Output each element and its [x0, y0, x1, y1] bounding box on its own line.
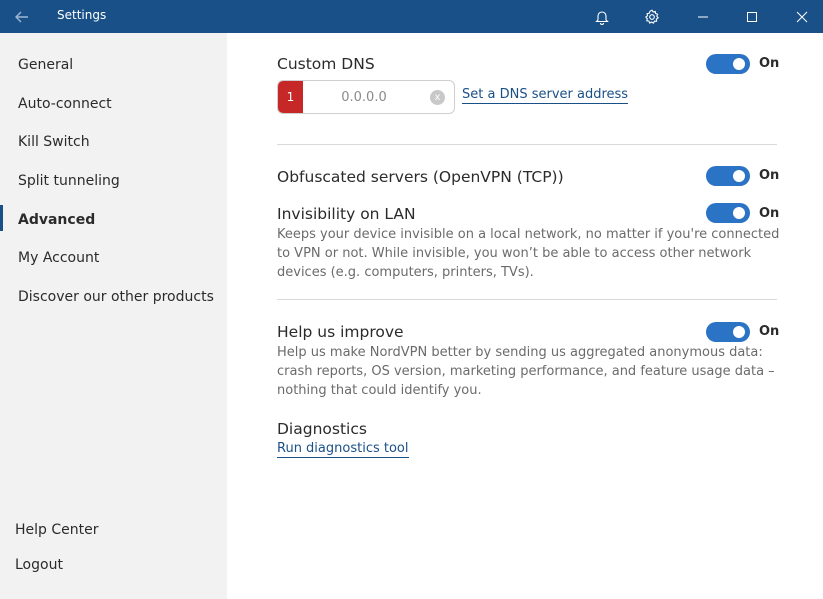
toggle-knob	[733, 207, 745, 219]
help-center-link[interactable]: Help Center	[15, 522, 99, 538]
sidebar: General Auto-connect Kill Switch Split t…	[0, 33, 227, 599]
toggle-knob	[733, 170, 745, 182]
custom-dns-title: Custom DNS	[277, 55, 375, 73]
divider	[277, 299, 777, 300]
sidebar-item-general[interactable]: General	[18, 57, 73, 73]
divider	[277, 144, 777, 145]
toggle-knob	[733, 58, 745, 70]
dns-address-input[interactable]	[314, 88, 414, 106]
custom-dns-toggle[interactable]	[706, 54, 750, 74]
custom-dns-toggle-label: On	[759, 56, 780, 71]
set-dns-link[interactable]: Set a DNS server address	[462, 87, 629, 104]
invisibility-lan-description: Keeps your device invisible on a local n…	[277, 227, 780, 280]
back-arrow-icon[interactable]	[2, 0, 42, 33]
obfuscated-servers-title: Obfuscated servers (OpenVPN (TCP))	[277, 168, 564, 186]
sidebar-item-my-account[interactable]: My Account	[18, 250, 99, 266]
help-improve-title: Help us improve	[277, 323, 404, 341]
diagnostics-title: Diagnostics	[277, 420, 367, 438]
title-bar: Settings	[0, 0, 823, 33]
maximize-icon[interactable]	[732, 0, 772, 33]
sidebar-item-split-tunneling[interactable]: Split tunneling	[18, 173, 120, 189]
sidebar-item-kill-switch[interactable]: Kill Switch	[18, 134, 90, 150]
invisibility-toggle-label: On	[759, 206, 780, 221]
active-indicator	[0, 205, 3, 231]
close-icon[interactable]	[782, 0, 822, 33]
invisibility-lan-title: Invisibility on LAN	[277, 205, 416, 223]
run-diagnostics-link[interactable]: Run diagnostics tool	[277, 441, 409, 458]
logout-link[interactable]: Logout	[15, 557, 63, 573]
invisibility-lan-toggle[interactable]	[706, 203, 750, 223]
sidebar-item-auto-connect[interactable]: Auto-connect	[18, 96, 112, 112]
obfuscated-servers-toggle[interactable]	[706, 166, 750, 186]
clear-icon[interactable]: x	[430, 90, 445, 105]
help-improve-description: Help us make NordVPN better by sending u…	[277, 345, 775, 398]
help-improve-toggle[interactable]	[706, 322, 750, 342]
settings-panel: Custom DNS On 1 x Set a DNS server addre…	[227, 33, 823, 599]
toggle-knob	[733, 326, 745, 338]
sidebar-item-advanced[interactable]: Advanced	[18, 212, 95, 228]
gear-icon[interactable]	[632, 0, 672, 33]
minimize-icon[interactable]	[683, 0, 723, 33]
help-improve-toggle-label: On	[759, 324, 780, 339]
obfuscated-toggle-label: On	[759, 168, 780, 183]
sidebar-item-discover-products[interactable]: Discover our other products	[18, 289, 214, 305]
dns-address-field[interactable]: 1 x	[277, 80, 455, 114]
bell-icon[interactable]	[582, 0, 622, 33]
window-title: Settings	[57, 8, 107, 22]
dns-index-badge: 1	[278, 81, 303, 113]
